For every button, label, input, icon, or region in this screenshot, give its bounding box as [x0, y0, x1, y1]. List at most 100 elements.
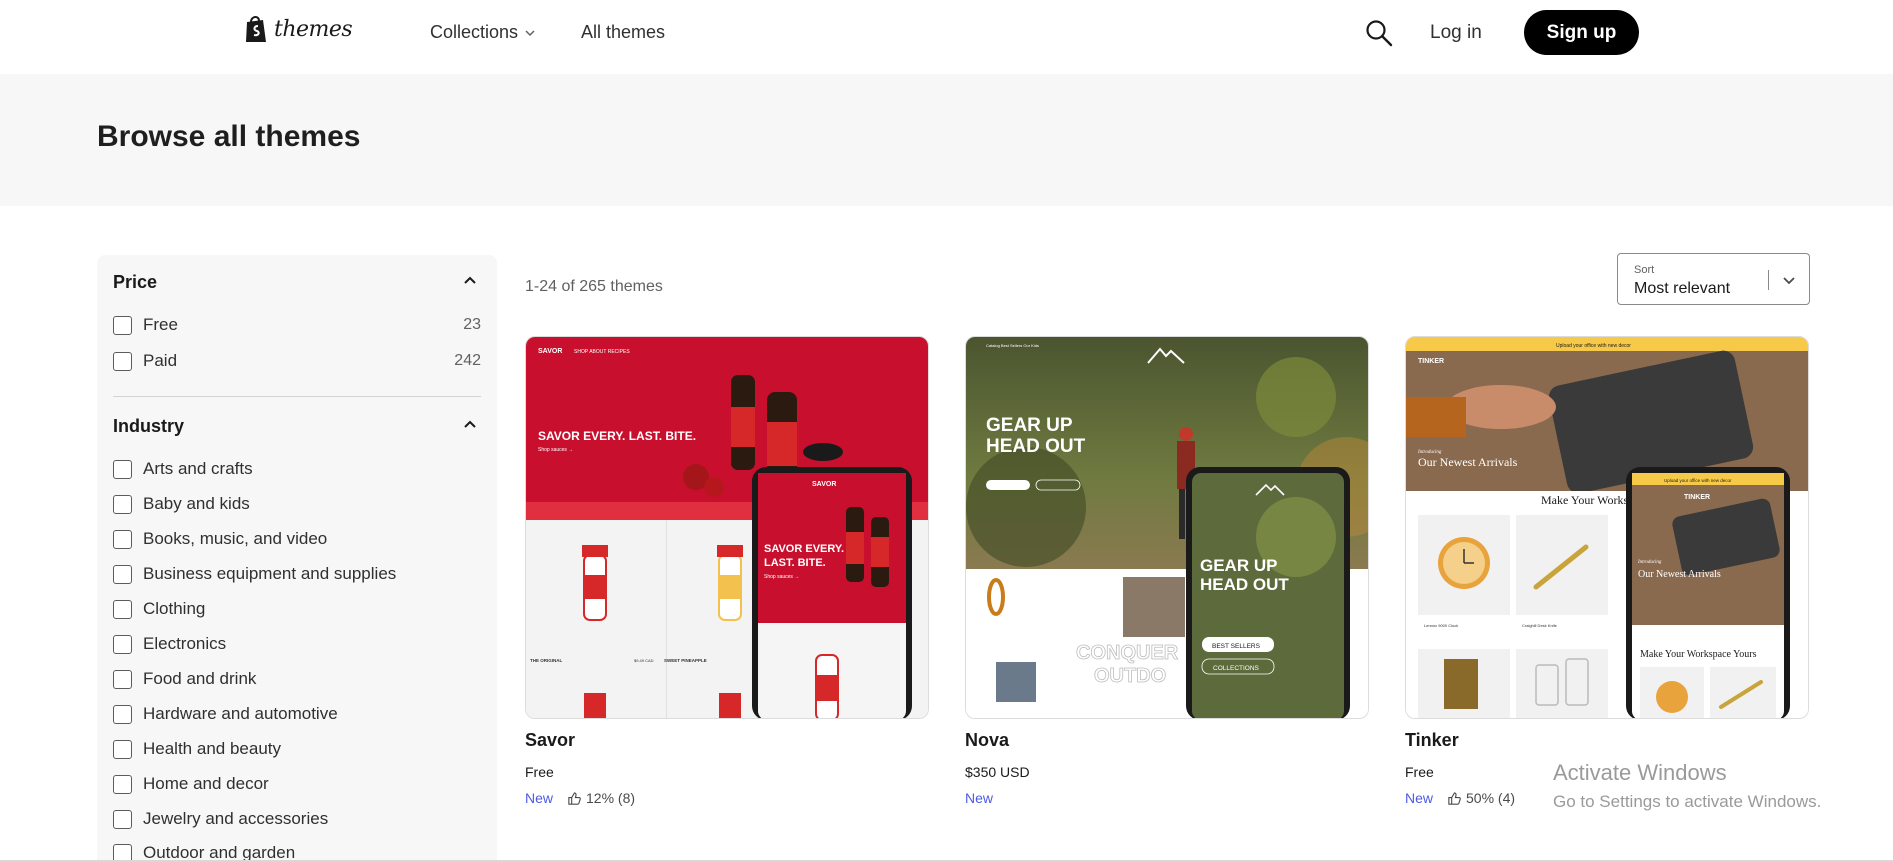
checkbox[interactable] — [113, 704, 132, 724]
filter-option-industry[interactable]: Arts and crafts — [113, 457, 481, 481]
sort-separator — [1768, 270, 1769, 290]
nova-headline-1: GEAR UP — [986, 415, 1073, 436]
nova-mobile-headline-2: HEAD OUT — [1200, 575, 1289, 594]
page-title: Browse all themes — [97, 120, 361, 153]
tinker-item-2: Craighill Desk Knife — [1522, 623, 1558, 628]
option-label: Clothing — [143, 599, 206, 618]
savor-price-tag: $9.49 CAD — [634, 658, 654, 663]
chevron-up-icon[interactable] — [462, 416, 478, 432]
checkbox[interactable] — [113, 315, 132, 335]
filter-option-industry[interactable]: Books, music, and video — [113, 527, 481, 551]
nova-section-2: OUTDO — [1094, 665, 1166, 687]
savor-mobile-cta: Shop sauces → — [764, 574, 799, 580]
filter-option-industry[interactable]: Business equipment and supplies — [113, 562, 481, 586]
tinker-announcement: Upload your office with new decor — [1556, 343, 1631, 349]
activate-windows-title: Activate Windows — [1553, 760, 1727, 785]
top-navigation: themes Collections All themes Log in Sig… — [0, 0, 1893, 74]
tinker-preview-image: Upload your office with new decor TINKER… — [1406, 337, 1808, 718]
filter-option-paid[interactable]: Paid 242 — [113, 349, 481, 373]
savor-product-2: SWEET PINEAPPLE — [664, 658, 707, 663]
login-link[interactable]: Log in — [1430, 22, 1482, 44]
checkbox[interactable] — [113, 634, 132, 654]
theme-card-tinker: Upload your office with new decor TINKER… — [1405, 336, 1809, 806]
option-label: Business equipment and supplies — [143, 564, 397, 583]
checkbox[interactable] — [113, 494, 132, 514]
search-icon[interactable] — [1364, 18, 1394, 48]
checkbox[interactable] — [113, 739, 132, 759]
sort-value: Most relevant — [1634, 280, 1731, 297]
nav-collections[interactable]: Collections — [430, 22, 536, 43]
filter-option-industry[interactable]: Hardware and automotive — [113, 702, 481, 726]
checkbox[interactable] — [113, 351, 132, 371]
savor-cta: Shop sauces → — [538, 447, 573, 453]
theme-meta: New 50% (4) — [1405, 790, 1515, 806]
savor-product-1: THE ORIGINAL — [530, 658, 563, 663]
checkbox[interactable] — [113, 564, 132, 584]
filter-option-industry[interactable]: Baby and kids — [113, 492, 481, 516]
chevron-down-icon — [525, 29, 535, 36]
theme-name[interactable]: Savor — [525, 730, 575, 751]
theme-preview-savor[interactable]: SAVOR SHOP ABOUT RECIPES SAVOR EVERY. LA… — [525, 336, 929, 719]
filter-option-industry[interactable]: Food and drink — [113, 667, 481, 691]
activate-windows-subtitle: Go to Settings to activate Windows. — [1553, 792, 1822, 811]
sort-select[interactable]: Sort Most relevant — [1617, 253, 1810, 305]
checkbox[interactable] — [113, 809, 132, 829]
theme-preview-tinker[interactable]: Upload your office with new decor TINKER… — [1405, 336, 1809, 719]
filter-option-industry[interactable]: Jewelry and accessories — [113, 807, 481, 831]
option-label: Jewelry and accessories — [143, 809, 329, 828]
checkbox[interactable] — [113, 774, 132, 794]
option-label: Home and decor — [143, 774, 269, 793]
shopify-themes-logo[interactable]: themes — [244, 14, 353, 44]
tinker-item-1: Lennox 9000 Clock — [1424, 623, 1458, 628]
nova-mobile-headline-1: GEAR UP — [1200, 556, 1277, 575]
checkbox[interactable] — [113, 459, 132, 479]
chevron-up-icon[interactable] — [462, 272, 478, 288]
checkbox[interactable] — [113, 529, 132, 549]
shopify-bag-icon — [246, 16, 266, 42]
filter-industry-heading[interactable]: Industry — [113, 416, 184, 437]
theme-name[interactable]: Tinker — [1405, 730, 1459, 751]
filter-option-industry[interactable]: Clothing — [113, 597, 481, 621]
savor-mobile-headline-2: LAST. BITE. — [764, 557, 826, 569]
theme-price: Free — [1405, 764, 1434, 780]
theme-meta: New — [965, 790, 993, 806]
filter-price-heading[interactable]: Price — [113, 272, 157, 293]
filter-option-industry[interactable]: Health and beauty — [113, 737, 481, 761]
new-badge: New — [965, 790, 994, 806]
thumbs-up-icon — [1448, 791, 1461, 805]
option-label: Health and beauty — [143, 739, 281, 758]
thumbs-up-icon — [568, 791, 581, 805]
option-count: 242 — [454, 352, 481, 369]
option-label: Free — [143, 315, 178, 334]
theme-name[interactable]: Nova — [965, 730, 1009, 751]
tinker-mobile-kicker: Introducing — [1637, 560, 1662, 565]
theme-preview-nova[interactable]: Catalog Best Sellers Our Kids GEAR UP HE… — [965, 336, 1369, 719]
nova-btn-collections: COLLECTIONS — [1213, 665, 1260, 672]
tinker-mobile-headline: Our Newest Arrivals — [1638, 569, 1721, 580]
sort-label: Sort — [1634, 264, 1655, 276]
tinker-headline: Our Newest Arrivals — [1418, 455, 1518, 469]
checkbox[interactable] — [113, 669, 132, 689]
nav-all-themes[interactable]: All themes — [581, 22, 665, 43]
filter-sidebar: Price Free 23 Paid 242 Industry Arts and… — [97, 255, 497, 862]
savor-brand: SAVOR — [538, 348, 562, 355]
savor-mobile-brand: SAVOR — [812, 481, 836, 488]
tinker-mobile-announcement: Upload your office with new decor — [1664, 478, 1732, 483]
savor-headline: SAVOR EVERY. LAST. BITE. — [538, 429, 696, 443]
page-hero: Browse all themes — [0, 74, 1893, 206]
nova-headline-2: HEAD OUT — [986, 436, 1086, 457]
theme-price: $350 USD — [965, 764, 1030, 780]
nova-preview-image: Catalog Best Sellers Our Kids GEAR UP HE… — [966, 337, 1368, 718]
filter-option-industry[interactable]: Home and decor — [113, 772, 481, 796]
signup-button[interactable]: Sign up — [1524, 10, 1639, 55]
nova-section: CONQUER — [1076, 642, 1179, 664]
filter-option-industry[interactable]: Electronics — [113, 632, 481, 656]
logo-text: themes — [274, 16, 353, 42]
theme-card-savor: SAVOR SHOP ABOUT RECIPES SAVOR EVERY. LA… — [525, 336, 929, 806]
results-count: 1-24 of 265 themes — [525, 278, 663, 295]
filter-option-industry[interactable]: Outdoor and garden — [113, 841, 481, 862]
option-label: Electronics — [143, 634, 227, 653]
tinker-brand: TINKER — [1418, 358, 1444, 365]
filter-option-free[interactable]: Free 23 — [113, 313, 481, 337]
checkbox[interactable] — [113, 599, 132, 619]
